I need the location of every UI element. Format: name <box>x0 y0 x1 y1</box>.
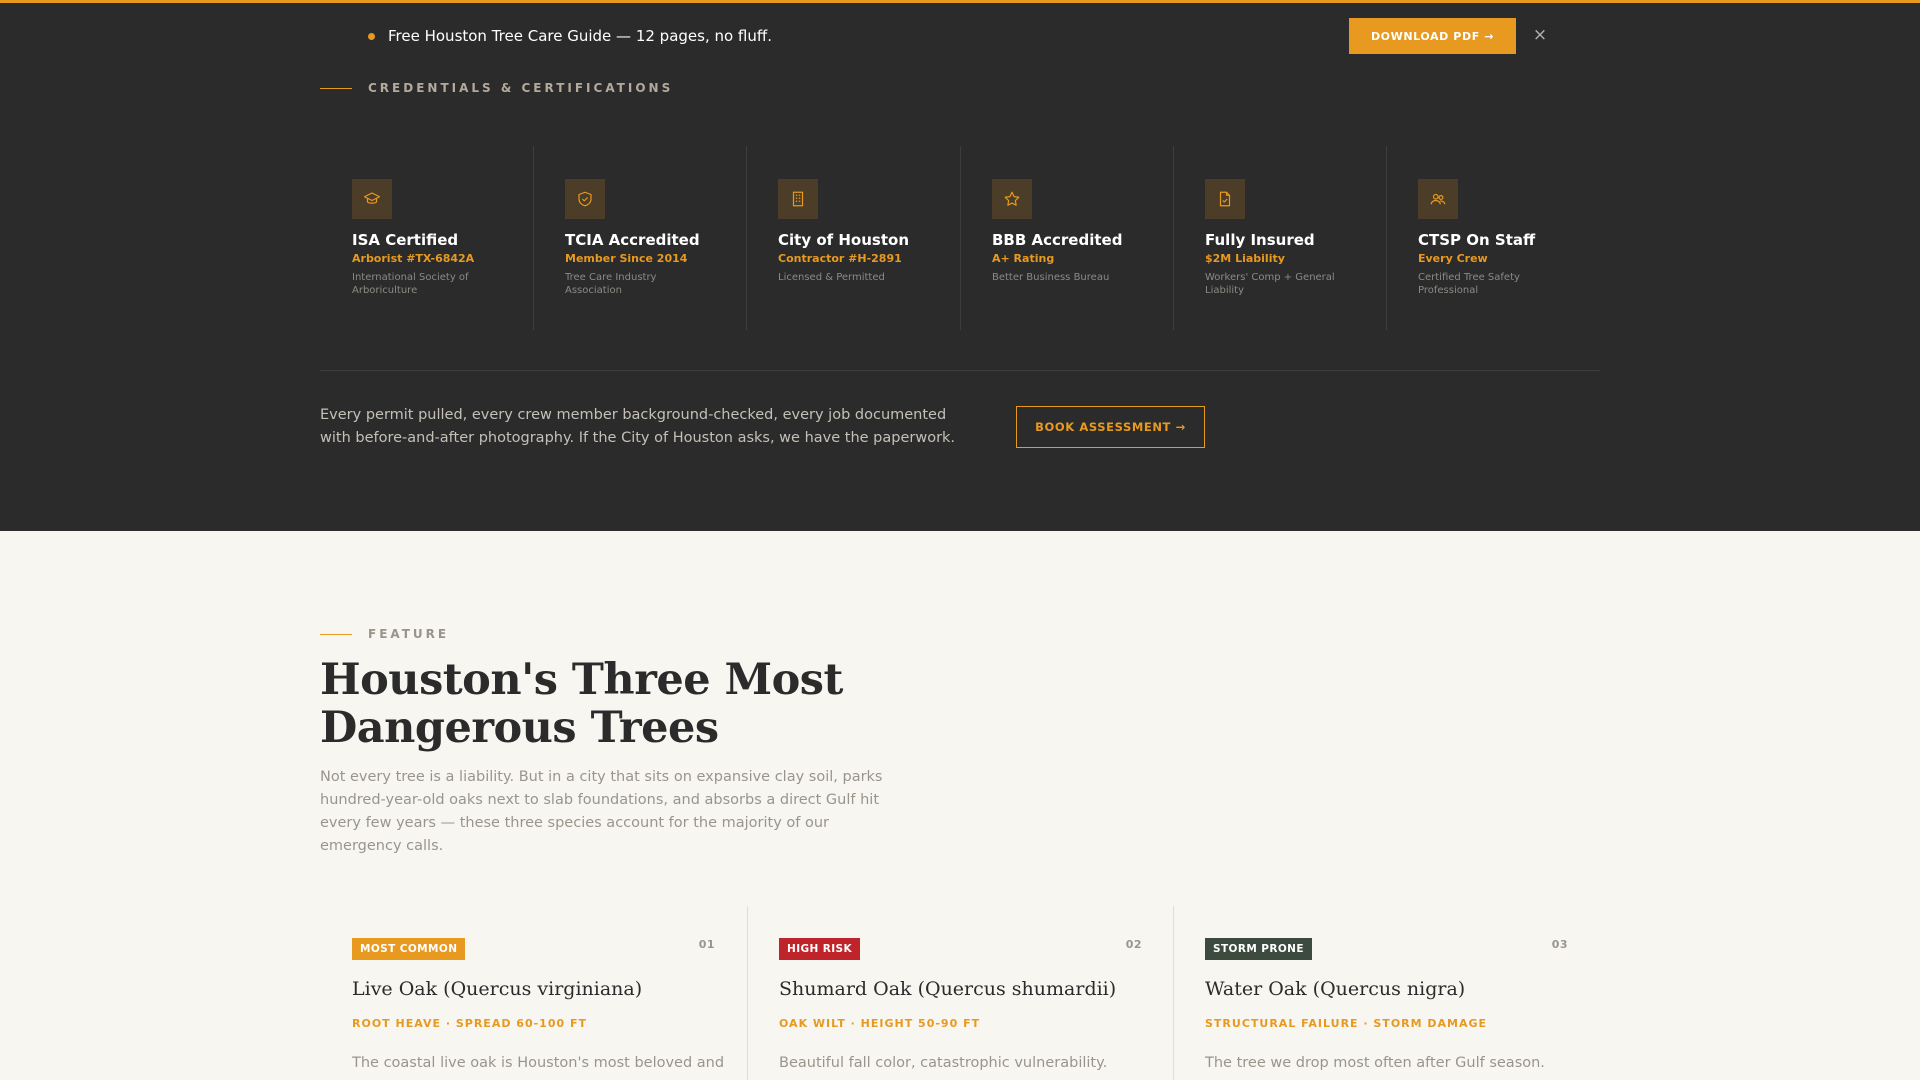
star-icon <box>992 179 1032 219</box>
document-check-icon <box>1205 179 1245 219</box>
credentials-statement: Every permit pulled, every crew member b… <box>320 407 956 446</box>
tree-name: Shumard Oak (Quercus shumardii) <box>779 978 1117 1000</box>
close-icon[interactable]: × <box>1532 25 1548 45</box>
tree-description: Beautiful fall color, catastrophic vulne… <box>779 1055 1108 1071</box>
tree-name: Water Oak (Quercus nigra) <box>1205 978 1466 1000</box>
graduation-cap-icon <box>352 179 392 219</box>
credential-subtitle: $2M Liability <box>1205 252 1285 265</box>
tree-badge: STORM PRONE <box>1205 938 1312 960</box>
credential-description: Tree Care Industry Association <box>565 272 657 296</box>
tree-card-shumard-oak[interactable]: HIGH RISK 02 Shumard Oak (Quercus shumar… <box>747 906 1174 1080</box>
credential-title: ISA Certified <box>352 231 459 249</box>
tree-number: 03 <box>1551 938 1568 951</box>
eyebrow-rule <box>320 88 352 89</box>
credentials-eyebrow: CREDENTIALS & CERTIFICATIONS <box>368 81 674 95</box>
feature-eyebrow: FEATURE <box>368 627 450 641</box>
section-divider <box>320 370 1600 371</box>
tree-badge: MOST COMMON <box>352 938 466 960</box>
feature-intro: Not every tree is a liability. But in a … <box>320 769 883 854</box>
team-icon <box>1418 179 1458 219</box>
credential-title: CTSP On Staff <box>1418 231 1536 249</box>
tree-number: 01 <box>698 938 715 951</box>
tree-meta: ROOT HEAVE · SPREAD 60-100 FT <box>352 1017 587 1030</box>
credential-description: Certified Tree Safety Professional <box>1418 272 1520 296</box>
credential-title: Fully Insured <box>1205 231 1315 249</box>
credential-subtitle: Every Crew <box>1418 252 1488 265</box>
tree-badge: HIGH RISK <box>779 938 861 960</box>
credential-card-insured: Fully Insured $2M Liability Workers' Com… <box>1173 146 1386 330</box>
shield-check-icon <box>565 179 605 219</box>
credential-title: TCIA Accredited <box>565 231 700 249</box>
credential-subtitle: Contractor #H-2891 <box>778 252 902 265</box>
tree-description: The coastal live oak is Houston's most b… <box>352 1055 725 1071</box>
book-assessment-button[interactable]: BOOK ASSESSMENT → <box>1016 406 1205 448</box>
promo-text: Free Houston Tree Care Guide — 12 pages,… <box>388 27 772 45</box>
credential-description: Workers' Comp + General Liability <box>1205 272 1335 296</box>
credential-card-houston: City of Houston Contractor #H-2891 Licen… <box>746 146 959 330</box>
download-pdf-button[interactable]: DOWNLOAD PDF → <box>1349 18 1516 54</box>
tree-description: The tree we drop most often after Gulf s… <box>1205 1055 1545 1071</box>
credential-subtitle: Arborist #TX-6842A <box>352 252 475 265</box>
credential-description: International Society of Arboriculture <box>352 272 469 296</box>
tree-card-water-oak[interactable]: STORM PRONE 03 Water Oak (Quercus nigra)… <box>1173 906 1600 1080</box>
credential-card-isa: ISA Certified Arborist #TX-6842A Interna… <box>320 146 533 330</box>
credential-subtitle: Member Since 2014 <box>565 252 688 265</box>
credential-description: Better Business Bureau <box>992 272 1110 283</box>
tree-number: 02 <box>1125 938 1142 951</box>
credential-description: Licensed & Permitted <box>778 272 885 283</box>
credential-card-tcia: TCIA Accredited Member Since 2014 Tree C… <box>533 146 746 330</box>
tree-meta: STRUCTURAL FAILURE · STORM DAMAGE <box>1205 1017 1488 1030</box>
feature-title: Houston's Three Most Dangerous Trees <box>320 655 843 753</box>
credential-card-bbb: BBB Accredited A+ Rating Better Business… <box>960 146 1173 330</box>
building-icon <box>778 179 818 219</box>
tree-name: Live Oak (Quercus virginiana) <box>352 978 643 1000</box>
tree-card-live-oak[interactable]: MOST COMMON 01 Live Oak (Quercus virgini… <box>320 906 747 1080</box>
promo-bullet-dot <box>368 33 375 40</box>
eyebrow-rule <box>320 634 352 635</box>
credential-subtitle: A+ Rating <box>992 252 1055 265</box>
credential-title: BBB Accredited <box>992 231 1123 249</box>
tree-meta: OAK WILT · HEIGHT 50-90 FT <box>779 1017 981 1030</box>
credential-title: City of Houston <box>778 231 909 249</box>
credential-card-ctsp: CTSP On Staff Every Crew Certified Tree … <box>1386 146 1599 330</box>
